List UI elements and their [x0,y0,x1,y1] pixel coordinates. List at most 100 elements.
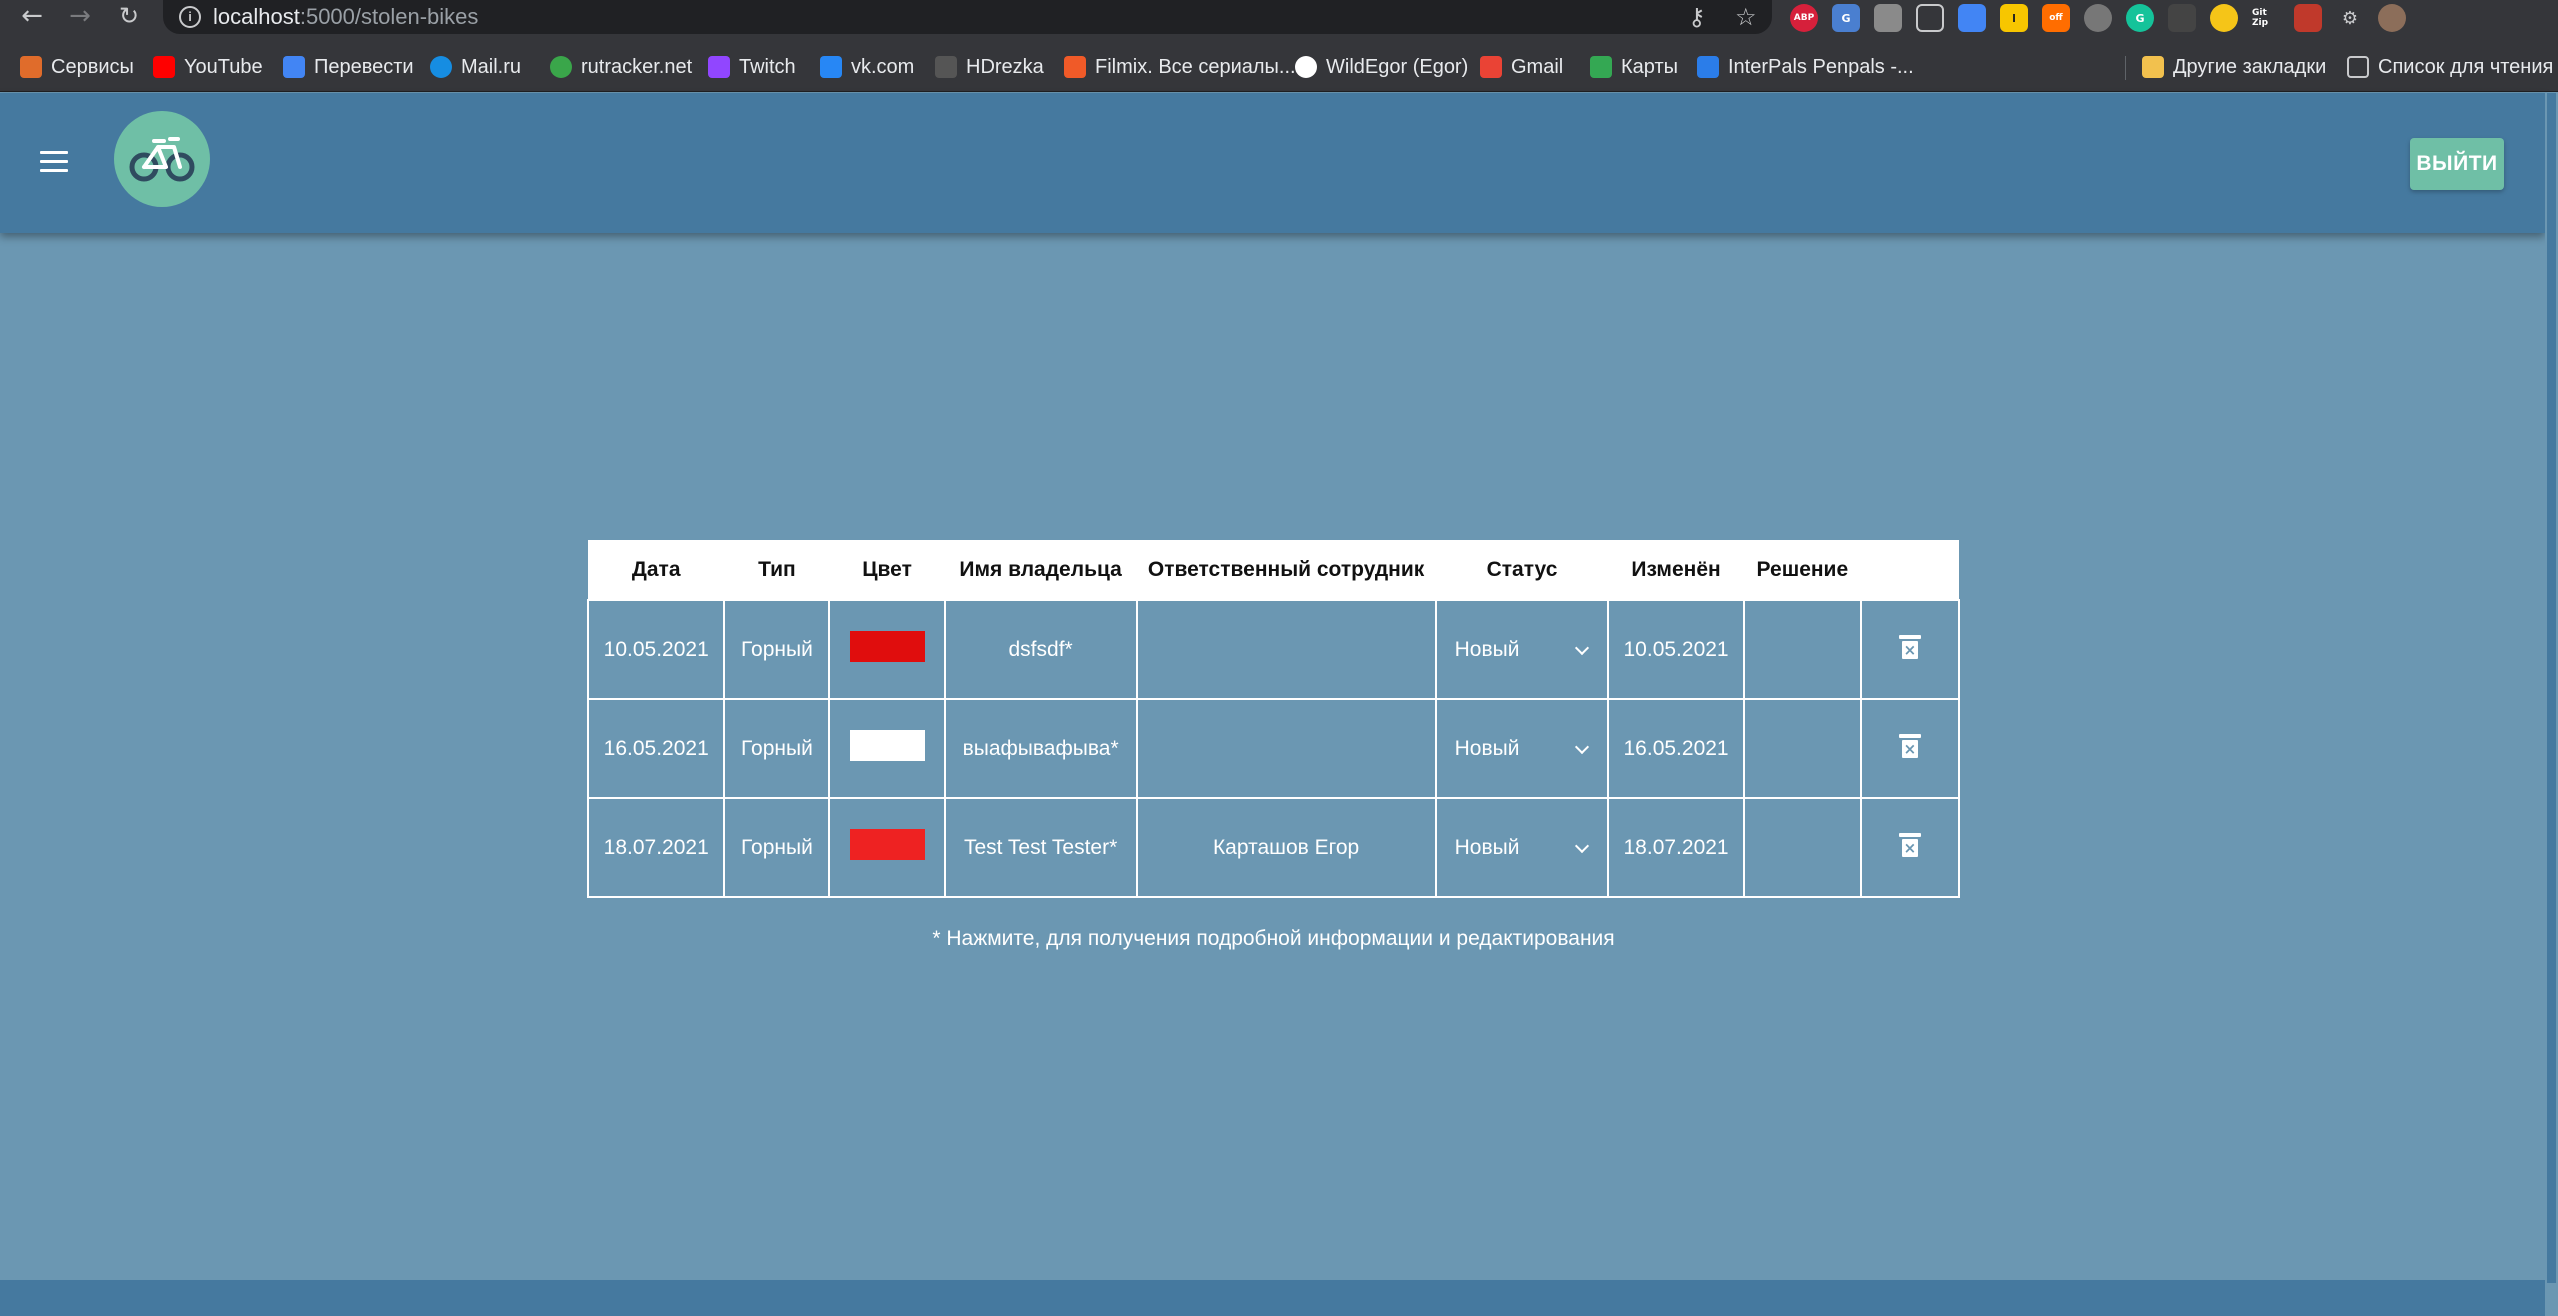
status-select[interactable]: Новый [1434,698,1610,799]
column-owner[interactable]: Имя владельца [945,540,1137,600]
bookmark-translate[interactable]: Перевести [283,50,414,84]
bookmark-maps[interactable]: Карты [1590,50,1678,84]
column-status[interactable]: Статус [1436,540,1609,600]
cell-changed: 16.05.2021 [1607,698,1745,799]
translate-ext-icon[interactable]: G [1832,4,1860,32]
column-officer[interactable]: Ответственный сотрудник [1137,540,1436,600]
cell-resolution [1742,698,1862,799]
reload-icon[interactable]: ↻ [112,0,146,34]
bookmark-twitch[interactable]: Twitch [708,50,796,84]
column-type[interactable]: Тип [724,540,829,600]
status-select[interactable]: Новый [1434,599,1610,700]
gitzip-icon[interactable]: Git Zip [2252,4,2280,32]
star-icon[interactable]: ☆ [1735,3,1757,31]
notify-ext-icon[interactable] [2210,4,2238,32]
github-icon [1295,56,1317,78]
table-row[interactable]: 16.05.2021 Горный выафывафыва* Новый 16.… [586,698,1961,799]
table-footnote: * Нажмите, для получения подробной инфор… [932,927,1615,950]
puzzle-icon[interactable]: ⚙ [2336,4,2364,32]
bookmark-interpals[interactable]: InterPals Penpals -... [1697,50,1914,84]
stolen-bikes-table: Дата Тип Цвет Имя владельца Ответственны… [586,540,1961,898]
pip-icon[interactable] [1916,4,1944,32]
column-resolution[interactable]: Решение [1744,540,1861,600]
chevron-down-icon [1575,739,1590,754]
reading-list[interactable]: Список для чтения [2347,50,2553,84]
bookmark-rutracker[interactable]: rutracker.net [550,50,692,84]
cell-owner[interactable]: Test Test Tester* [943,797,1138,898]
cell-color [828,797,946,898]
cell-date: 10.05.2021 [586,599,726,700]
profile-avatar[interactable] [2378,4,2406,32]
bookmark-services[interactable]: Сервисы [20,50,134,84]
bookmark-mailru[interactable]: Mail.ru [430,50,521,84]
cell-color [828,599,946,700]
bookmark-youtube[interactable]: YouTube [153,50,263,84]
table-row[interactable]: 18.07.2021 Горный Test Test Tester* Карт… [586,797,1961,898]
cell-date: 18.07.2021 [586,797,726,898]
other-bookmarks[interactable]: Другие закладки [2142,50,2326,84]
table-row[interactable]: 10.05.2021 Горный dsfsdf* Новый 10.05.20… [586,599,1961,700]
picker-icon[interactable] [1958,4,1986,32]
bookmark-gmail[interactable]: Gmail [1480,50,1563,84]
bookmarks-divider [2125,56,2126,80]
cell-color [828,698,946,799]
delete-icon[interactable]: × [1898,634,1921,659]
pdf-ext-icon[interactable] [2294,4,2322,32]
scrollbar-thumb[interactable] [2547,93,2556,1283]
apps-icon [20,56,42,78]
color-swatch [849,730,925,761]
extension-icon[interactable] [1874,4,1902,32]
lingualeo-icon[interactable]: l [2000,4,2028,32]
circle-ext-icon[interactable] [2084,4,2112,32]
adblock-icon[interactable]: ABP [1790,4,1818,32]
grammarly-icon[interactable]: G [2126,4,2154,32]
twitch-icon [708,56,730,78]
address-url[interactable]: localhost:5000/stolen-bikes [213,4,478,30]
site-info-icon[interactable]: i [179,6,201,28]
cell-changed: 18.07.2021 [1607,797,1745,898]
logout-button[interactable]: ВЫЙТИ [2410,138,2504,190]
hdrezka-icon [935,56,957,78]
status-select[interactable]: Новый [1434,797,1610,898]
bookmark-hdrezka[interactable]: HDrezka [935,50,1044,84]
extensions-bar: ABP G l off G Git Zip ⚙ [1790,2,2406,34]
column-color[interactable]: Цвет [829,540,944,600]
maps-icon [1590,56,1612,78]
cell-changed: 10.05.2021 [1607,599,1745,700]
off-ext-icon[interactable]: off [2042,4,2070,32]
page-footer [0,1280,2545,1316]
back-icon[interactable]: ← [15,0,49,34]
youtube-icon [153,56,175,78]
cell-owner[interactable]: выафывафыва* [943,698,1138,799]
translate-icon [283,56,305,78]
mail-icon [1697,56,1719,78]
delete-icon[interactable]: × [1898,733,1921,758]
key-icon[interactable]: ⚷ [1688,3,1706,31]
column-date[interactable]: Дата [588,540,724,600]
filmix-icon [1064,56,1086,78]
menu-icon[interactable] [40,151,68,173]
column-actions [1861,540,1959,600]
owl-ext-icon[interactable] [2168,4,2196,32]
cell-date: 16.05.2021 [586,698,726,799]
bookmark-github[interactable]: WildEgor (Egor) [1295,50,1468,84]
reading-list-icon [2347,56,2369,78]
bike-icon [129,137,195,182]
rutracker-icon [550,56,572,78]
folder-icon [2142,56,2164,78]
bookmark-filmix[interactable]: Filmix. Все сериалы... [1064,50,1296,84]
address-bar[interactable]: i localhost:5000/stolen-bikes ⚷ ☆ [163,0,1772,34]
column-changed[interactable]: Изменён [1608,540,1743,600]
bookmarks-bar: Сервисы YouTube Перевести Mail.ru rutrac… [0,42,2558,92]
forward-icon[interactable]: → [63,0,97,34]
cell-type: Горный [723,599,831,700]
logo[interactable] [114,111,210,207]
cell-resolution [1742,797,1862,898]
color-swatch [849,829,925,860]
chevron-down-icon [1575,838,1590,853]
cell-owner[interactable]: dsfsdf* [943,599,1138,700]
bookmark-vk[interactable]: vk.com [820,50,914,84]
chevron-down-icon [1575,640,1590,655]
delete-icon[interactable]: × [1898,832,1921,857]
cell-type: Горный [723,698,831,799]
